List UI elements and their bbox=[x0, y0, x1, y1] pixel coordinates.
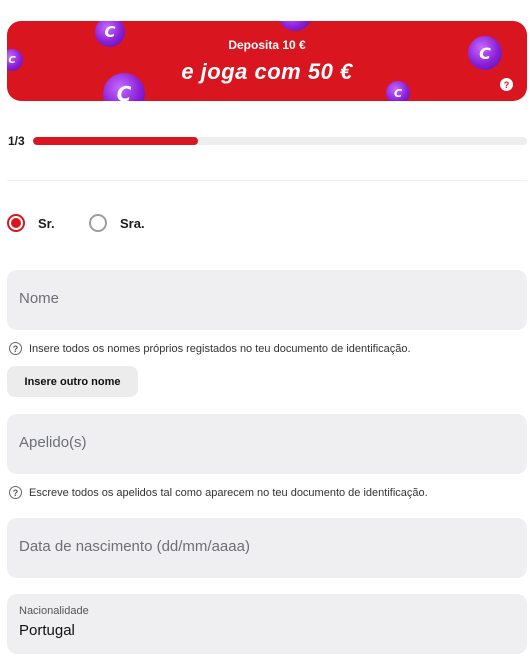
question-icon: ? bbox=[9, 486, 22, 499]
coin-icon: C bbox=[279, 21, 311, 31]
nationality-value: Portugal bbox=[19, 622, 75, 639]
first-name-field[interactable]: Nome bbox=[7, 270, 527, 330]
question-icon: ? bbox=[9, 342, 22, 355]
birth-date-field[interactable]: Data de nascimento (dd/mm/aaaa) bbox=[7, 518, 527, 578]
radio-mr-label: Sr. bbox=[38, 215, 55, 231]
first-name-placeholder: Nome bbox=[19, 290, 60, 307]
progress-bar-fill bbox=[33, 137, 198, 145]
question-icon[interactable]: ? bbox=[500, 78, 513, 91]
add-other-name-button[interactable]: Insere outro nome bbox=[7, 366, 138, 397]
first-name-hint-text: Insere todos os nomes próprios registado… bbox=[29, 342, 411, 355]
step-indicator: 1/3 bbox=[8, 134, 25, 148]
last-name-hint: ? Escreve todos os apelidos tal como apa… bbox=[9, 486, 428, 499]
radio-mrs-label: Sra. bbox=[120, 215, 145, 231]
radio-selected-icon[interactable] bbox=[7, 214, 25, 232]
promo-banner[interactable]: C C C C C C Deposita 10 € e joga com 50 … bbox=[7, 21, 527, 101]
last-name-hint-text: Escreve todos os apelidos tal como apare… bbox=[29, 486, 428, 499]
radio-unselected-icon[interactable] bbox=[89, 214, 107, 232]
nationality-label: Nacionalidade bbox=[19, 605, 89, 617]
radio-mr[interactable]: Sr. bbox=[7, 214, 55, 232]
divider bbox=[7, 180, 527, 181]
banner-offer: e joga com 50 € bbox=[181, 59, 353, 84]
last-name-field[interactable]: Apelido(s) bbox=[7, 414, 527, 474]
nationality-select[interactable]: Nacionalidade Portugal bbox=[7, 594, 527, 654]
birth-date-placeholder: Data de nascimento (dd/mm/aaaa) bbox=[19, 538, 250, 555]
last-name-placeholder: Apelido(s) bbox=[19, 434, 87, 451]
progress-bar bbox=[33, 137, 527, 145]
banner-headline: Deposita 10 € bbox=[228, 38, 306, 52]
radio-mrs[interactable]: Sra. bbox=[89, 214, 145, 232]
first-name-hint: ? Insere todos os nomes próprios regista… bbox=[9, 342, 411, 355]
